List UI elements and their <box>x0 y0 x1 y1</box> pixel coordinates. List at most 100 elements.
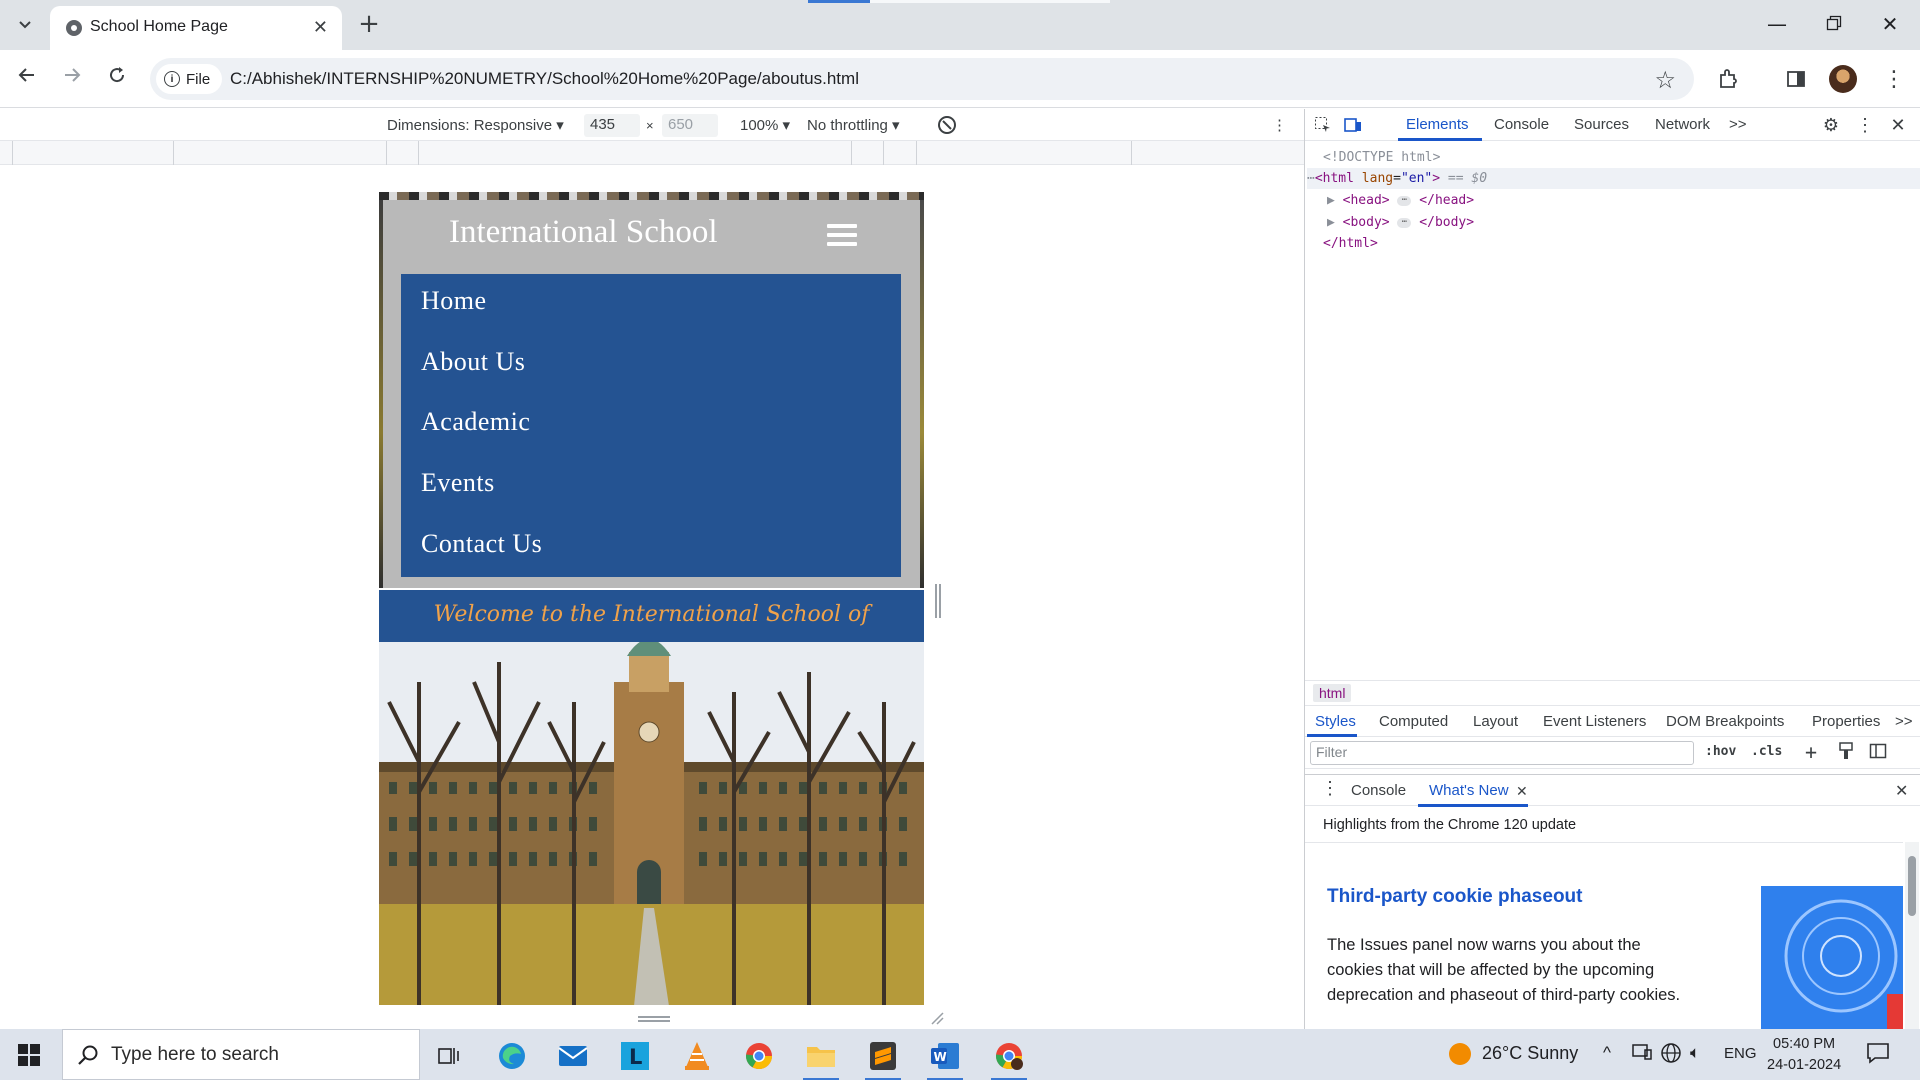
windows-start-icon[interactable] <box>18 1044 40 1066</box>
nav-item-home[interactable]: Home <box>421 286 487 316</box>
styles-filter-input[interactable]: Filter <box>1310 741 1694 765</box>
weather-icon[interactable] <box>1447 1041 1473 1072</box>
expand-triangle-icon[interactable]: ▶ <box>1327 215 1335 230</box>
head-node[interactable]: ▶ <head> ⋯ </head> <box>1327 190 1920 211</box>
site-info-chip[interactable]: i File <box>156 64 223 94</box>
weather-text[interactable]: 26°C Sunny <box>1482 1043 1578 1064</box>
width-input[interactable]: 435 <box>584 114 640 137</box>
tab-event-listeners[interactable]: Event Listeners <box>1543 713 1646 730</box>
more-tabs-button[interactable]: >> <box>1729 116 1747 133</box>
speaker-icon[interactable]: 🔈︎ <box>1690 1043 1700 1063</box>
close-drawer-icon[interactable]: ✕ <box>1895 781 1908 801</box>
mail-icon[interactable] <box>549 1036 597 1076</box>
chrome-profile-icon[interactable] <box>985 1036 1033 1080</box>
hov-toggle[interactable]: :hov <box>1705 744 1736 759</box>
device-toolbar-toggle-icon[interactable] <box>1341 113 1365 137</box>
nav-item-contact-us[interactable]: Contact Us <box>421 529 542 559</box>
more-styles-tabs[interactable]: >> <box>1895 713 1913 730</box>
file-explorer-icon[interactable] <box>797 1036 845 1080</box>
tab-search-button[interactable] <box>10 10 40 40</box>
drawer-tab-console[interactable]: Console <box>1351 782 1406 799</box>
campus-illustration <box>379 642 924 1005</box>
notifications-icon[interactable] <box>1866 1041 1890 1070</box>
vlc-icon[interactable] <box>673 1036 721 1076</box>
minimize-button[interactable]: — <box>1757 8 1797 40</box>
doctype-node[interactable]: <!DOCTYPE html> <box>1323 147 1920 168</box>
feature-title-link[interactable]: Third-party cookie phaseout <box>1327 886 1582 908</box>
reload-button[interactable] <box>101 63 133 95</box>
close-window-button[interactable]: ✕ <box>1870 8 1910 40</box>
tab-layout[interactable]: Layout <box>1473 713 1518 730</box>
collapsed-content-icon[interactable]: ⋯ <box>1397 217 1412 228</box>
html-node[interactable]: ⋯<html lang="en"> == $0 <box>1307 168 1920 189</box>
devtools-tab-bar: Elements Console Sources Network >> ⚙ ⋮ … <box>1305 109 1920 141</box>
close-whats-new-icon[interactable]: ✕ <box>1516 783 1528 800</box>
tab-console[interactable]: Console <box>1494 116 1549 133</box>
bookmark-star-icon[interactable]: ☆ <box>1654 66 1676 94</box>
resize-handle-bottom[interactable] <box>638 1016 670 1022</box>
side-panel-icon[interactable] <box>1780 63 1812 95</box>
cls-toggle[interactable]: .cls <box>1751 744 1782 759</box>
language-indicator[interactable]: ENG <box>1724 1045 1757 1062</box>
tab-properties[interactable]: Properties <box>1812 713 1880 730</box>
new-rule-icon[interactable]: + <box>1805 740 1817 764</box>
expand-triangle-icon[interactable]: ▶ <box>1327 193 1335 208</box>
word-icon[interactable]: W <box>921 1036 969 1080</box>
drawer-menu-icon[interactable]: ⋮ <box>1321 778 1339 799</box>
new-tab-button[interactable]: + <box>353 9 385 41</box>
restore-button[interactable] <box>1814 8 1854 40</box>
sublime-text-icon[interactable] <box>859 1036 907 1080</box>
devtools-menu-icon[interactable]: ⋮ <box>1853 113 1877 137</box>
edge-browser-icon[interactable] <box>488 1036 536 1076</box>
chevron-up-icon[interactable]: ^ <box>1603 1043 1611 1063</box>
html-close-node[interactable]: </html> <box>1323 233 1920 254</box>
tab-styles[interactable]: Styles <box>1315 713 1356 730</box>
site-title[interactable]: International School <box>449 214 718 251</box>
profile-avatar[interactable] <box>1827 63 1859 95</box>
chrome-icon[interactable] <box>735 1036 783 1076</box>
paint-brush-icon[interactable] <box>1838 742 1854 764</box>
resize-handle-right[interactable] <box>935 584 941 618</box>
back-button[interactable] <box>11 63 43 95</box>
close-devtools-icon[interactable]: ✕ <box>1886 113 1910 137</box>
drawer-tab-whats-new[interactable]: What's New <box>1429 782 1509 799</box>
device-options-icon[interactable]: ⋮ <box>1272 116 1287 134</box>
tab-network[interactable]: Network <box>1655 116 1710 133</box>
inspect-element-icon[interactable] <box>1311 113 1335 137</box>
scrollbar-thumb[interactable] <box>1908 856 1916 916</box>
address-bar[interactable]: i File C:/Abhishek/INTERNSHIP%20NUMETRY/… <box>150 58 1694 100</box>
settings-gear-icon[interactable]: ⚙ <box>1819 113 1843 137</box>
close-tab-icon[interactable]: ✕ <box>313 17 328 38</box>
extensions-icon[interactable] <box>1712 63 1744 95</box>
throttling-dropdown[interactable]: No throttling ▾ <box>807 116 900 134</box>
taskbar-search-box[interactable]: Type here to search <box>62 1029 420 1080</box>
device-tray-icon[interactable] <box>1632 1042 1652 1067</box>
drawer-scrollbar[interactable] <box>1905 842 1919 1029</box>
toggle-sidebar-icon[interactable] <box>1869 742 1887 764</box>
globe-network-icon[interactable] <box>1660 1042 1682 1069</box>
tab-sources[interactable]: Sources <box>1574 116 1629 133</box>
reload-icon <box>110 67 125 83</box>
nav-item-academic[interactable]: Academic <box>421 407 530 437</box>
l-app-icon[interactable]: L <box>611 1036 659 1076</box>
tab-elements[interactable]: Elements <box>1406 116 1469 133</box>
rotate-icon[interactable] <box>935 113 959 141</box>
browser-tab[interactable]: School Home Page ✕ <box>50 6 342 50</box>
nav-item-events[interactable]: Events <box>421 468 495 498</box>
dimensions-dropdown[interactable]: Dimensions: Responsive ▾ <box>387 116 564 134</box>
url-text[interactable]: C:/Abhishek/INTERNSHIP%20NUMETRY/School%… <box>230 69 859 89</box>
body-node[interactable]: ▶ <body> ⋯ </body> <box>1327 212 1920 233</box>
task-view-icon[interactable] <box>425 1036 473 1076</box>
breadcrumb-html[interactable]: html <box>1313 684 1352 702</box>
nav-item-about-us[interactable]: About Us <box>421 347 525 377</box>
height-input[interactable]: 650 <box>662 114 718 137</box>
resize-handle-corner[interactable] <box>930 1011 944 1025</box>
collapsed-content-icon[interactable]: ⋯ <box>1397 195 1412 206</box>
tab-computed[interactable]: Computed <box>1379 713 1448 730</box>
hamburger-menu-icon[interactable] <box>827 224 857 248</box>
chrome-menu-icon[interactable]: ⋮ <box>1878 63 1910 95</box>
tab-dom-breakpoints[interactable]: DOM Breakpoints <box>1666 713 1784 730</box>
zoom-dropdown[interactable]: 100% ▾ <box>740 116 790 134</box>
forward-button[interactable] <box>56 63 88 95</box>
clock[interactable]: 05:40 PM 24-01-2024 <box>1767 1034 1841 1076</box>
